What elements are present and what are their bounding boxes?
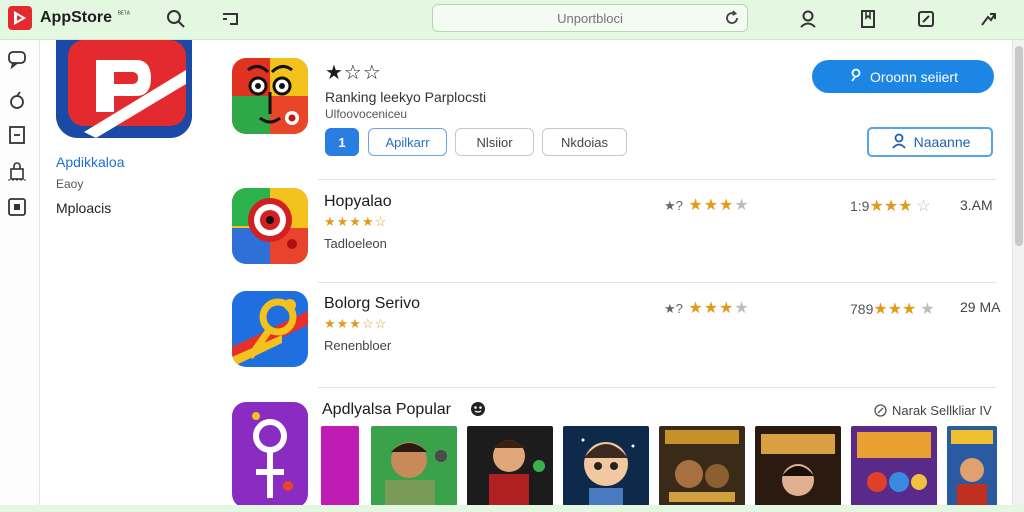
person-icon <box>890 132 908 153</box>
rating-stars: ★★★ <box>688 197 735 214</box>
hero-app-subtitle: Ulfoovoceniceu <box>325 107 408 121</box>
divider <box>318 179 996 180</box>
bookmark-icon[interactable] <box>856 7 880 31</box>
primary-action-label: Oroonn seiiert <box>870 68 958 85</box>
rating-stars: ★★★ <box>688 300 735 317</box>
app-review-count: 1:9★★★ ☆ <box>850 196 931 216</box>
popular-thumb[interactable] <box>755 426 841 506</box>
popular-thumb[interactable] <box>659 426 745 506</box>
rating-stars-off: ★ <box>734 300 750 317</box>
app-category: Renenbloer <box>324 338 392 353</box>
review-stars-off: ★ <box>920 301 935 318</box>
review-stars: ★★★ <box>869 198 913 215</box>
brand-superscript: ᴮᴱᵀᴬ <box>118 11 130 18</box>
search-bar[interactable] <box>432 4 748 32</box>
popular-thumb[interactable] <box>371 426 457 506</box>
popular-section-title: Apdlyalsa Popular <box>322 401 451 418</box>
cast-icon[interactable] <box>218 7 242 31</box>
app-rating: ★? ★★★★ <box>664 195 750 215</box>
featured-app-title[interactable]: Apdikkaloa <box>56 154 125 170</box>
scrollbar[interactable] <box>1012 40 1024 512</box>
left-rail <box>0 40 40 512</box>
app-category: Tadloeleon <box>324 236 387 251</box>
search-input[interactable] <box>433 5 747 31</box>
window-icon[interactable] <box>6 124 28 146</box>
top-bar: AppStore ᴮᴱᵀᴬ <box>0 0 1024 40</box>
popular-thumb[interactable] <box>467 426 553 506</box>
account-icon[interactable] <box>796 7 820 31</box>
app-stars: ★★★☆☆ <box>324 316 388 331</box>
chat-icon[interactable] <box>6 48 28 70</box>
refresh-icon[interactable] <box>723 9 741 27</box>
chip-media[interactable]: Nkdoias <box>542 128 627 156</box>
featured-app-subtitle: Eaoy <box>56 177 84 191</box>
media-icon[interactable] <box>6 196 28 218</box>
chip-history[interactable]: Nlsiior <box>455 128 534 156</box>
featured-app-icon[interactable] <box>56 40 192 138</box>
chip-apps[interactable]: Apilkarr <box>368 128 447 156</box>
rocket-icon[interactable] <box>6 90 28 112</box>
divider <box>318 387 996 388</box>
app-icon-hopyalao[interactable] <box>232 188 308 264</box>
app-size: 29 MA <box>960 299 1001 315</box>
user-icon <box>848 67 864 86</box>
review-stars-off: ☆ <box>916 198 931 215</box>
review-count-prefix: 1:9 <box>850 198 870 214</box>
lock-icon[interactable] <box>6 160 28 182</box>
review-count-prefix: 789 <box>850 301 874 317</box>
app-icon-popular-featured[interactable] <box>232 402 308 508</box>
search-icon[interactable] <box>164 7 188 31</box>
scrollbar-thumb[interactable] <box>1015 46 1023 246</box>
smiley-icon <box>470 401 486 417</box>
featured-app-link[interactable]: Mploacis <box>56 200 111 216</box>
share-icon[interactable] <box>976 7 1000 31</box>
bottom-bar <box>0 505 1024 512</box>
hero-app-title: Ranking leekyo Parplocsti <box>325 89 487 105</box>
secondary-action-button[interactable]: Naaanne <box>867 127 993 157</box>
app-stars: ★★★★☆ <box>324 214 388 229</box>
app-brand-title: AppStore <box>40 9 112 26</box>
rating-prefix: ★? <box>664 301 683 316</box>
app-name[interactable]: Bolorg Serivo <box>324 295 420 313</box>
primary-action-button[interactable]: Oroonn seiiert <box>812 60 994 93</box>
review-stars: ★★★ <box>873 301 917 318</box>
app-review-count: 789★★★ ★ <box>850 299 935 319</box>
secondary-action-label: Naaanne <box>913 134 971 150</box>
app-size: 3.AM <box>960 197 993 213</box>
app-name[interactable]: Hopyalao <box>324 193 392 211</box>
app-icon-bolorg-serivo[interactable] <box>232 291 308 367</box>
divider <box>318 282 996 283</box>
appstore-logo-icon[interactable] <box>8 6 32 30</box>
popular-thumb[interactable] <box>321 426 359 506</box>
popular-thumb[interactable] <box>851 426 937 506</box>
popular-thumb[interactable] <box>563 426 649 506</box>
hero-app-icon[interactable] <box>232 58 308 134</box>
hero-rating-stars: ★☆☆ <box>325 62 382 84</box>
popular-see-all-link[interactable]: Narak Sellkliar IV <box>892 403 992 418</box>
rating-stars-off: ★ <box>734 197 750 214</box>
edit-icon[interactable] <box>914 7 938 31</box>
info-icon <box>874 404 887 417</box>
rating-prefix: ★? <box>664 198 683 213</box>
chip-count[interactable]: 1 <box>325 128 359 156</box>
app-rating: ★? ★★★★ <box>664 298 750 318</box>
popular-thumb[interactable] <box>947 426 997 506</box>
